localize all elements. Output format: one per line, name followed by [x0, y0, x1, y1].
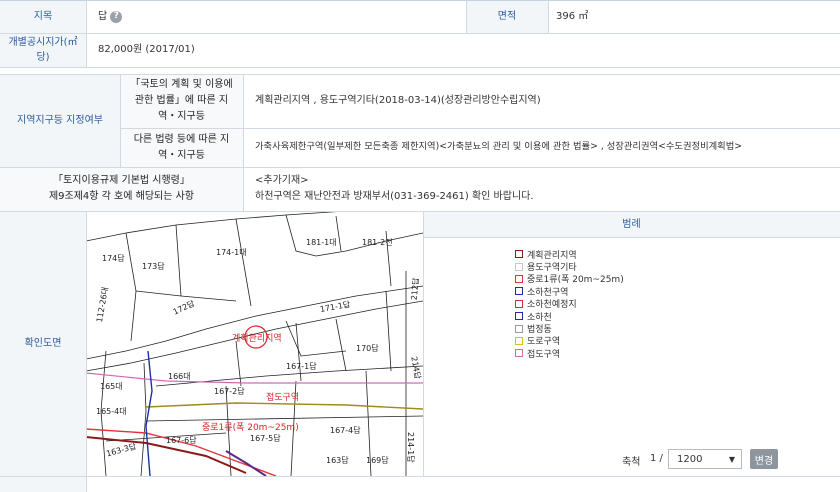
parcel-label: 167-5답: [250, 433, 281, 443]
legend-item: 접도구역: [515, 347, 815, 360]
legend-label: 계획관리지역: [527, 250, 577, 261]
parcel-label: 214답: [409, 356, 423, 381]
area-label: 면적: [466, 0, 548, 33]
legend-label: 접도구역: [527, 349, 561, 360]
parcel-label: 171-1답: [319, 299, 352, 314]
road-zone-label: 접도구역: [266, 391, 299, 403]
legend-swatch: [515, 262, 523, 271]
price-label: 개별공시지가(㎡당): [0, 33, 86, 67]
legend-item: 중로1류(폭 20m~25m): [515, 273, 815, 285]
legend-title: 범례: [423, 211, 840, 237]
legend-label: 법정동: [527, 325, 552, 336]
legend-swatch: [515, 349, 523, 358]
regulation-label: 「토지이용규제 기본법 시행령」 제9조제4항 각 호에 해당되는 사항: [0, 167, 243, 211]
parcel-label: 170답: [356, 343, 379, 353]
price-value: 82,000원 (2017/01): [98, 44, 195, 55]
legend-label: 소하천구역: [527, 287, 569, 298]
parcel-label: 165-4대: [96, 407, 127, 416]
legend-label: 도로구역: [527, 337, 561, 348]
map-label: 확인도면: [0, 211, 86, 476]
regulation-value: <추가기재> 하천구역은 재난안전과 방재부서(031-369-2461) 확인…: [255, 175, 534, 202]
legend-swatch: [515, 287, 523, 296]
scale-select-value: 1200: [677, 453, 703, 465]
legend-label: 소하천: [527, 312, 552, 323]
parcel-label: 167-2답: [214, 386, 245, 396]
legend-item: 법정동: [515, 322, 815, 336]
legend-label: 용도구역기타: [527, 263, 577, 274]
area-value: 396 ㎡: [556, 10, 589, 22]
land-map[interactable]: 174답 173답 174-1대 181-1대 181-2전 112-26대 1…: [86, 211, 423, 476]
legend-item: 도로구역: [515, 335, 815, 347]
legend-item: 소하천예정지: [515, 298, 815, 310]
chevron-down-icon: ▼: [728, 454, 735, 464]
parcel-label: 166대: [168, 372, 191, 381]
parcel-label: 172답: [171, 298, 196, 317]
zoning-sub1-value: 계획관리지역 , 용도구역기타(2018-03-14)(성장관리방안수립지역): [255, 95, 541, 106]
parcel-label: 167-1답: [286, 361, 317, 371]
legend-item: 용도구역기타: [515, 260, 815, 274]
zone-label: 계획관리지역: [232, 332, 282, 344]
parcel-label: 163답: [326, 455, 349, 465]
scale-prefix: 1 /: [650, 453, 663, 464]
legend-swatch: [515, 312, 523, 321]
parcel-label: 165대: [100, 382, 123, 391]
legend-swatch: [515, 336, 523, 345]
zoning-sub1-label: 「국토의 계획 및 이용에 관한 법률」에 따른 지역・지구등: [120, 74, 243, 128]
legend-swatch: [515, 299, 523, 308]
parcel-label: 167-4답: [330, 425, 361, 435]
parcel-label: 174답: [102, 253, 125, 263]
parcel-label: 214-1답: [406, 432, 416, 463]
jimok-value: 답 ?: [86, 0, 466, 33]
scale-label: 축척: [622, 457, 641, 468]
parcel-label: 163-3답: [105, 441, 138, 459]
parcel-label: 112-26대: [95, 286, 110, 323]
parcel-label: 174-1대: [216, 248, 247, 257]
parcel-label: 167-6답: [166, 435, 197, 445]
legend-item: 소하천: [515, 310, 815, 323]
bottom-row-label: [0, 476, 86, 492]
legend-list: 계획관리지역용도구역기타 중로1류(폭 20m~25m) 소하천구역소하천예정지 소하…: [515, 248, 815, 360]
legend-item: 계획관리지역: [515, 248, 815, 261]
parcel-map-svg: 174답 173답 174-1대 181-1대 181-2전 112-26대 1…: [86, 211, 423, 476]
legend-item: 소하천구역: [515, 285, 815, 298]
parcel-label: 181-2전: [362, 237, 393, 247]
zoning-sub2-value: 가축사육제한구역(일부제한 모든축종 제한지역)<가축분뇨의 관리 및 이용에 …: [255, 141, 743, 153]
parcel-label: 173답: [142, 261, 165, 271]
road-class-label: 중로1류(폭 20m~25m): [202, 422, 299, 433]
legend-swatch: [515, 274, 523, 283]
zoning-sub2-label: 다른 법령 등에 따른 지역・지구등: [120, 128, 243, 167]
parcel-label: 212답: [409, 277, 421, 301]
parcel-label: 169답: [366, 455, 389, 465]
jimok-text: 답: [98, 10, 108, 22]
parcel-label: 181-1대: [306, 238, 337, 247]
legend-swatch: [515, 250, 523, 259]
zoning-label: 지역지구등 지정여부: [0, 74, 120, 167]
jimok-label: 지목: [0, 0, 86, 33]
legend-label: 중로1류(폭 20m~25m): [527, 275, 624, 286]
scale-select[interactable]: 1200 ▼: [668, 449, 742, 469]
help-icon[interactable]: ?: [110, 10, 123, 23]
legend-label: 소하천예정지: [527, 300, 577, 311]
change-scale-button[interactable]: 변경: [750, 449, 778, 469]
legend-swatch: [515, 324, 523, 333]
